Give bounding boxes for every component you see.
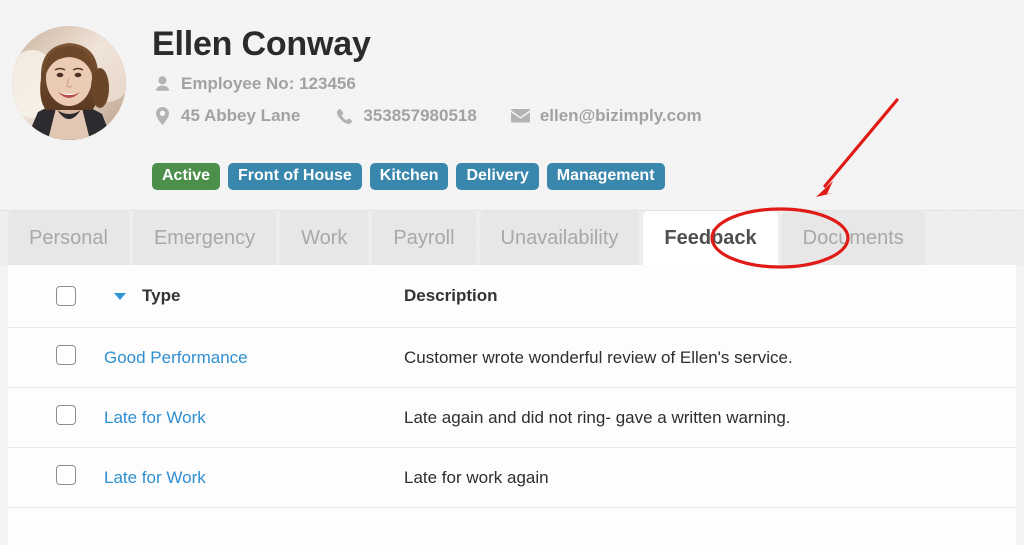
tab-feedback[interactable]: Feedback <box>643 211 778 266</box>
user-icon <box>152 75 172 93</box>
profile-tabs: Personal Emergency Work Payroll Unavaila… <box>0 210 1024 266</box>
table-body: Good Performance Customer wrote wonderfu… <box>8 327 1016 508</box>
phone-item: 353857980518 <box>334 106 477 126</box>
meta-row-contact: 45 Abbey Lane 353857980518 ellen@bizimpl… <box>152 106 952 126</box>
status-badge[interactable]: Active <box>152 163 221 190</box>
select-all-header <box>8 265 104 328</box>
identity-block: Ellen Conway Employee No: 123456 45 Abbe… <box>152 22 952 126</box>
table-row[interactable]: Good Performance Customer wrote wonderfu… <box>8 327 1016 388</box>
tab-work[interactable]: Work <box>280 211 369 266</box>
column-header-type-label: Type <box>142 286 181 305</box>
row-select-cell <box>8 447 104 508</box>
tab-payroll[interactable]: Payroll <box>372 211 476 266</box>
feedback-table: Type Description Good Performance Custom… <box>8 265 1016 508</box>
row-description-cell: Late again and did not ring- gave a writ… <box>404 387 1016 448</box>
phone-text: 353857980518 <box>363 106 477 125</box>
feedback-type-link[interactable]: Late for Work <box>104 468 206 487</box>
row-description-cell: Late for work again <box>404 447 1016 508</box>
tab-unavailability[interactable]: Unavailability <box>479 211 640 266</box>
table-row[interactable]: Late for Work Late again and did not rin… <box>8 387 1016 448</box>
feedback-panel: Type Description Good Performance Custom… <box>8 265 1016 545</box>
row-description-cell: Customer wrote wonderful review of Ellen… <box>404 327 1016 388</box>
map-pin-icon <box>152 107 172 125</box>
row-type-cell: Late for Work <box>104 447 404 508</box>
employee-number-text: Employee No: 123456 <box>181 74 356 93</box>
row-type-cell: Good Performance <box>104 327 404 388</box>
select-all-checkbox[interactable] <box>56 286 76 306</box>
row-select-cell <box>8 327 104 388</box>
page-title: Ellen Conway <box>152 25 371 63</box>
phone-icon <box>334 107 354 125</box>
row-checkbox[interactable] <box>56 345 76 365</box>
role-badge-kitchen[interactable]: Kitchen <box>369 163 449 190</box>
meta-row-employee: Employee No: 123456 <box>152 74 952 94</box>
row-checkbox[interactable] <box>56 465 76 485</box>
column-header-description[interactable]: Description <box>404 265 1016 328</box>
row-checkbox[interactable] <box>56 405 76 425</box>
tab-personal[interactable]: Personal <box>8 211 129 266</box>
sort-descending-icon[interactable] <box>114 292 126 300</box>
column-header-type[interactable]: Type <box>104 265 404 328</box>
table-row[interactable]: Late for Work Late for work again <box>8 447 1016 508</box>
table-header-row: Type Description <box>8 265 1016 328</box>
email-item: ellen@bizimply.com <box>511 106 702 126</box>
address-text: 45 Abbey Lane <box>181 106 301 125</box>
tab-documents[interactable]: Documents <box>781 211 925 266</box>
email-text: ellen@bizimply.com <box>539 106 702 125</box>
envelope-icon <box>511 107 531 125</box>
row-type-cell: Late for Work <box>104 387 404 448</box>
avatar <box>12 26 126 140</box>
role-badge-delivery[interactable]: Delivery <box>456 163 539 190</box>
role-badge-front-of-house[interactable]: Front of House <box>228 163 362 190</box>
feedback-type-link[interactable]: Good Performance <box>104 348 248 367</box>
feedback-type-link[interactable]: Late for Work <box>104 408 206 427</box>
employee-number: Employee No: 123456 <box>152 74 356 94</box>
role-badge-management[interactable]: Management <box>546 163 665 190</box>
profile-header: Ellen Conway Employee No: 123456 45 Abbe… <box>0 0 1024 210</box>
badge-list: Active Front of House Kitchen Delivery M… <box>152 163 665 190</box>
row-select-cell <box>8 387 104 448</box>
tab-emergency[interactable]: Emergency <box>132 211 277 266</box>
employee-profile-page: Ellen Conway Employee No: 123456 45 Abbe… <box>0 0 1024 545</box>
table-header: Type Description <box>8 265 1016 328</box>
address-item: 45 Abbey Lane <box>152 106 300 126</box>
column-header-description-label: Description <box>404 286 498 305</box>
